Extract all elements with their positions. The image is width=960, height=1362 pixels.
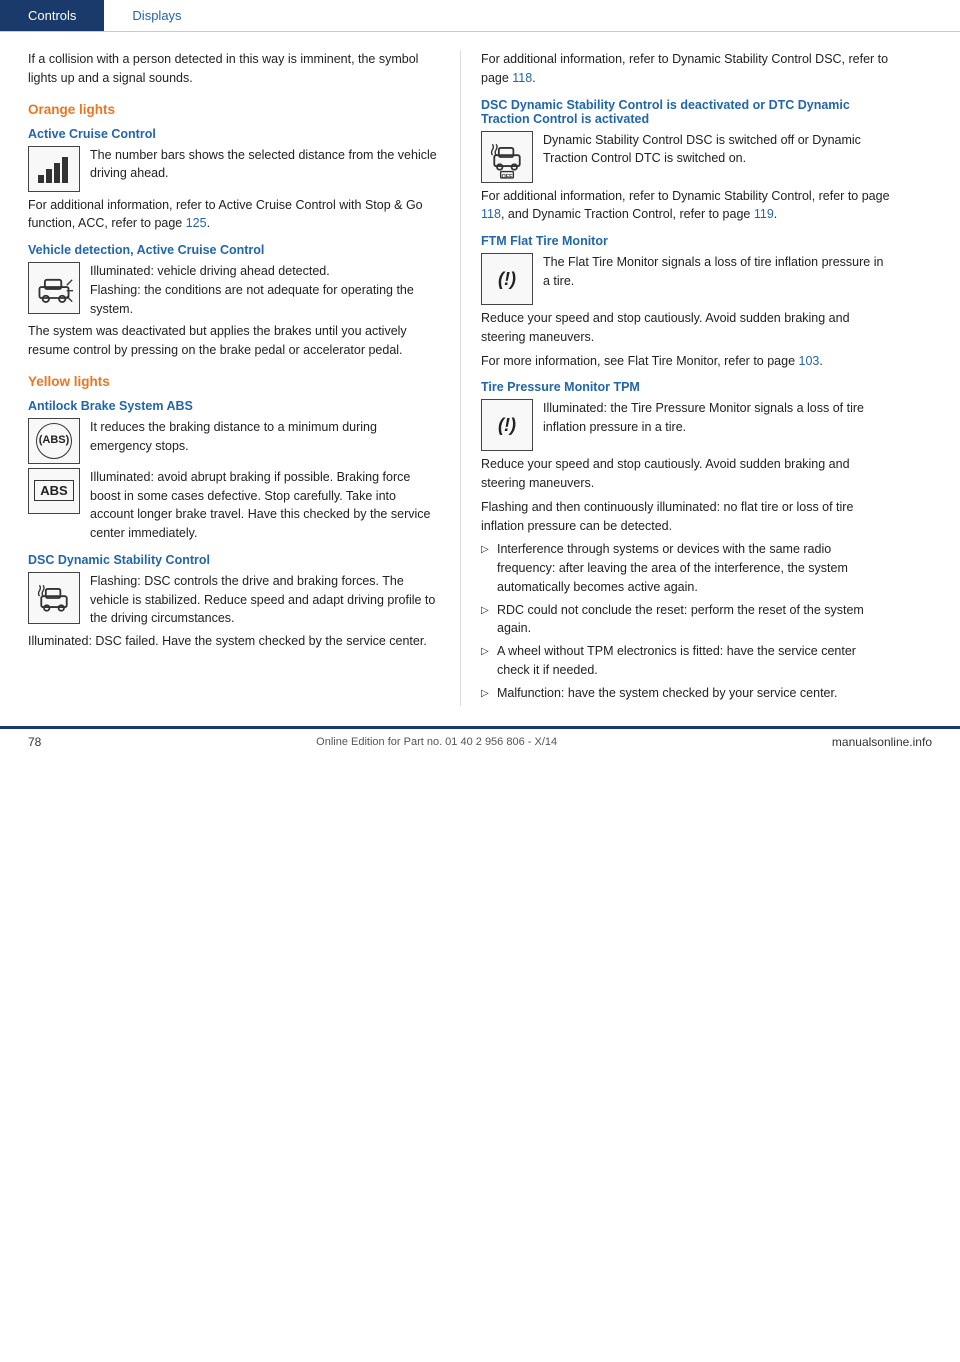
ftm-footer: For more information, see Flat Tire Moni…: [481, 352, 892, 371]
tpm-description2: Reduce your speed and stop cautiously. A…: [481, 455, 892, 493]
orange-lights-heading: Orange lights: [28, 102, 440, 117]
ftm-page-link[interactable]: 103: [799, 354, 820, 368]
footer-right-text: manualsonline.info: [832, 735, 932, 749]
footer: 78 Online Edition for Part no. 01 40 2 9…: [0, 726, 960, 755]
ftm-icon-text: The Flat Tire Monitor signals a loss of …: [543, 253, 892, 291]
dsc-intro-link[interactable]: 118: [512, 71, 532, 85]
tpm-icon-text: Illuminated: the Tire Pressure Monitor s…: [543, 399, 892, 437]
bullet-item: RDC could not conclude the reset: perfor…: [481, 601, 892, 639]
ftm-icon-row: (!) The Flat Tire Monitor signals a loss…: [481, 253, 892, 305]
right-column: For additional information, refer to Dyn…: [460, 50, 920, 706]
dsc-deactivated-footer: For additional information, refer to Dyn…: [481, 187, 892, 225]
dsc-off-text: Dynamic Stability Control DSC is switche…: [543, 131, 892, 169]
acc-footer-text: For additional information, refer to Act…: [28, 196, 440, 234]
acc-icon-row: The number bars shows the selected dista…: [28, 146, 440, 192]
dsc-illuminated-text: Illuminated: DSC failed. Have the system…: [28, 632, 440, 651]
intro-paragraph: If a collision with a person detected in…: [28, 50, 440, 88]
flat-tire-icon: (!): [481, 253, 533, 305]
acc-icon-text: The number bars shows the selected dista…: [90, 146, 440, 184]
acc-page-link[interactable]: 125: [186, 216, 207, 230]
bullet-item: Interference through systems or devices …: [481, 540, 892, 596]
tpm-description3: Flashing and then continuously illuminat…: [481, 498, 892, 536]
dsc-page-link2[interactable]: 119: [754, 207, 774, 221]
tire-pressure-icon: (!): [481, 399, 533, 451]
svg-text:OFF: OFF: [502, 173, 514, 178]
vehicle-detection-heading: Vehicle detection, Active Cruise Control: [28, 243, 440, 257]
abs-circle-icon: (ABS): [28, 418, 80, 464]
yellow-lights-heading: Yellow lights: [28, 374, 440, 389]
vehicle-detection-icon-text: Illuminated: vehicle driving ahead detec…: [90, 262, 440, 318]
tab-displays[interactable]: Displays: [104, 0, 209, 31]
ftm-heading: FTM Flat Tire Monitor: [481, 234, 892, 248]
abs-icon-text-2: Illuminated: avoid abrupt braking if pos…: [90, 468, 440, 543]
ftm-description2: Reduce your speed and stop cautiously. A…: [481, 309, 892, 347]
bullet-item: A wheel without TPM electronics is fitte…: [481, 642, 892, 680]
tpm-icon-row: (!) Illuminated: the Tire Pressure Monit…: [481, 399, 892, 451]
speed-bars-icon: [28, 146, 80, 192]
dsc-page-link1[interactable]: 118: [481, 207, 501, 221]
dsc-off-icon-row: OFF Dynamic Stability Control DSC is swi…: [481, 131, 892, 183]
dsc-stability-icon: [28, 572, 80, 624]
abs-heading: Antilock Brake System ABS: [28, 399, 440, 413]
tpm-heading: Tire Pressure Monitor TPM: [481, 380, 892, 394]
tab-controls[interactable]: Controls: [0, 0, 104, 31]
abs-icon-text-1: It reduces the braking distance to a min…: [90, 418, 440, 456]
footer-center-text: Online Edition for Part no. 01 40 2 956 …: [316, 736, 557, 748]
dsc-off-icon: OFF: [481, 131, 533, 183]
abs-icon-row-2: ABS Illuminated: avoid abrupt braking if…: [28, 468, 440, 543]
vehicle-detection-footer: The system was deactivated but applies t…: [28, 322, 440, 360]
right-intro: For additional information, refer to Dyn…: [481, 50, 892, 88]
car-detection-icon: [28, 262, 80, 314]
dsc-icon-row: Flashing: DSC controls the drive and bra…: [28, 572, 440, 628]
vehicle-detection-icon-row: Illuminated: vehicle driving ahead detec…: [28, 262, 440, 318]
tab-bar: Controls Displays: [0, 0, 960, 32]
left-column: If a collision with a person detected in…: [0, 50, 460, 706]
main-content: If a collision with a person detected in…: [0, 32, 960, 706]
dsc-stability-heading: DSC Dynamic Stability Control: [28, 553, 440, 567]
dsc-deactivated-heading: DSC Dynamic Stability Control is deactiv…: [481, 98, 892, 126]
abs-rect-icon: ABS: [28, 468, 80, 514]
abs-icon-row-1: (ABS) It reduces the braking distance to…: [28, 418, 440, 464]
dsc-icon-text: Flashing: DSC controls the drive and bra…: [90, 572, 440, 628]
tpm-bullet-list: Interference through systems or devices …: [481, 540, 892, 702]
bullet-item: Malfunction: have the system checked by …: [481, 684, 892, 703]
page-number: 78: [28, 735, 41, 749]
active-cruise-control-heading: Active Cruise Control: [28, 127, 440, 141]
